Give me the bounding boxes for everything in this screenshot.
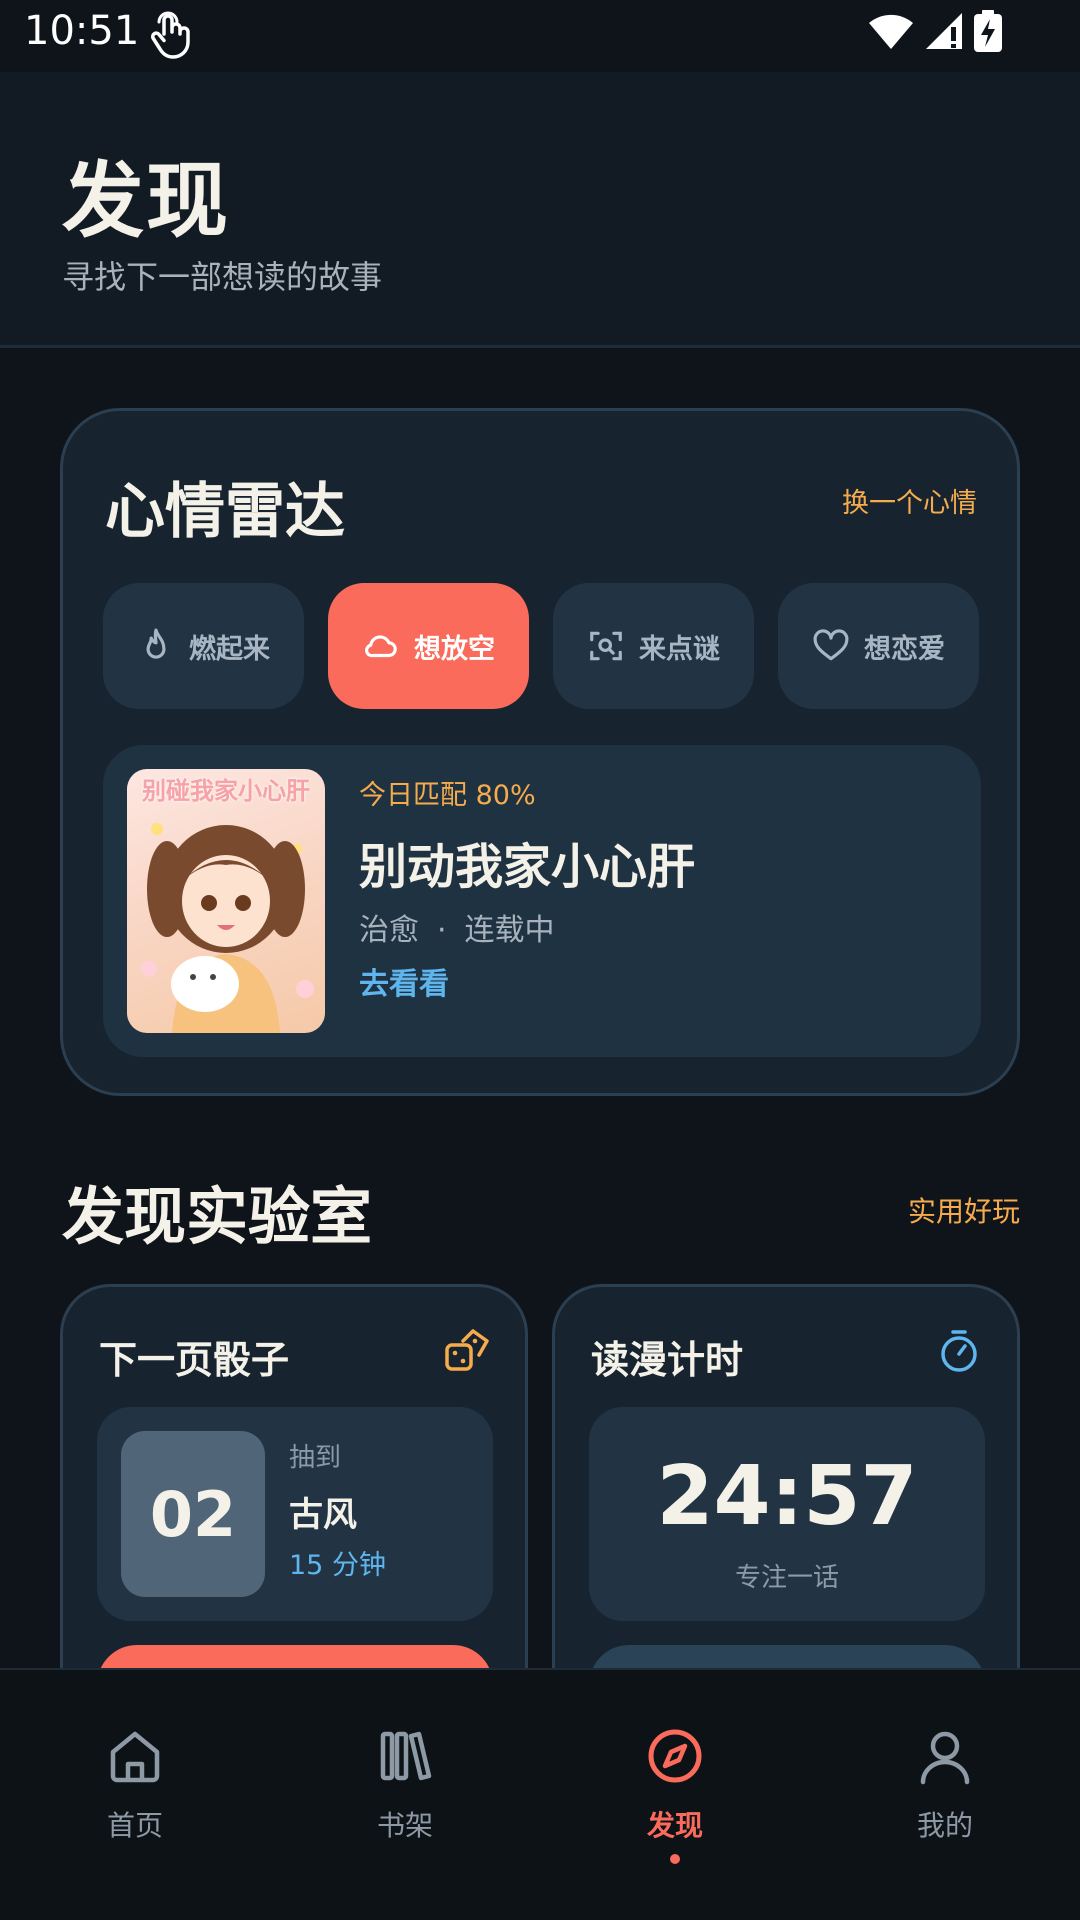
meta-separator: · [437,913,447,948]
wifi-icon [869,14,913,50]
mood-chip-label: 来点谜 [639,633,720,665]
draw-label: 抽到 [289,1443,342,1473]
flame-icon [146,628,166,659]
bookshelf-icon [380,1731,432,1781]
today-match-card[interactable]: 别碰我家小心肝 今日匹配 80% 别动我家小心肝 治愈 · 连载中 去看看 [103,745,981,1057]
mood-chip-label: 想恋爱 [864,633,945,665]
mood-chip-label: 燃起来 [189,633,270,665]
battery-charging-icon [974,10,1002,52]
book-meta: 治愈 · 连载中 [359,905,555,949]
timer-caption: 专注一话 [734,1563,839,1593]
lab-section-title: 发现实验室 [62,1180,373,1253]
book-title: 别动我家小心肝 [359,839,696,895]
timer-card-title: 读漫计时 [591,1338,744,1382]
timer-value: 24:57 [656,1449,918,1544]
nav-item-profile[interactable]: 我的 [810,1670,1080,1920]
nav-item-home[interactable]: 首页 [0,1670,270,1920]
page-subtitle: 寻找下一部想读的故事 [62,258,383,296]
cloud-icon [365,635,397,658]
mood-chip-label: 想放空 [414,633,495,665]
dice-result-panel: 02 抽到 古风 15 分钟 [97,1407,493,1621]
book-genre: 治愈 [359,913,419,948]
compass-icon [648,1729,702,1783]
nav-label-home: 首页 [106,1809,163,1842]
stopwatch-icon [941,1330,977,1372]
heart-icon [813,629,849,661]
dice-icon [445,1329,489,1371]
user-icon [920,1731,970,1785]
match-score-label: 今日匹配 80% [359,780,536,811]
status-time: 10:51 [24,8,140,54]
bottom-nav: 首页 书架 发现 我的 [0,1668,1080,1920]
mood-chip-mystery[interactable]: 来点谜 [553,583,754,709]
dice-card-title: 下一页骰子 [99,1338,290,1382]
draw-genre: 古风 [289,1495,357,1535]
mood-radar-card: 心情雷达 换一个心情 燃起来 想放空 来点谜 想恋爱 别碰我家小心肝 今日匹配 … [60,408,1020,1096]
nav-label-bookshelf: 书架 [376,1809,433,1842]
active-indicator-dot [670,1854,680,1864]
book-cover-image[interactable]: 别碰我家小心肝 [127,769,325,1033]
signal-icon [926,13,962,49]
dice-number: 02 [121,1431,265,1597]
reading-timer-card[interactable]: 读漫计时 24:57 专注一话 [552,1284,1020,1704]
cover-title-text: 别碰我家小心肝 [142,777,310,805]
status-bar: 10:51 [0,0,1080,72]
mood-chip-list: 燃起来 想放空 来点谜 想恋爱 [103,583,979,709]
lab-section-link[interactable]: 实用好玩 [908,1190,1020,1230]
change-mood-button[interactable]: 换一个心情 [842,481,977,520]
draw-duration: 15 分钟 [289,1550,386,1581]
mood-radar-title: 心情雷达 [105,477,345,547]
mood-chip-fired-up[interactable]: 燃起来 [103,583,304,709]
mood-chip-romance[interactable]: 想恋爱 [778,583,979,709]
cover-illustration [141,823,314,1033]
nav-label-profile: 我的 [916,1809,973,1842]
touch-icon [151,11,190,59]
scan-search-icon [590,631,622,661]
dice-card[interactable]: 下一页骰子 02 抽到 古风 15 分钟 [60,1284,528,1704]
nav-item-discover[interactable]: 发现 [540,1670,810,1920]
nav-item-bookshelf[interactable]: 书架 [270,1670,540,1920]
home-icon [110,1731,160,1783]
mood-chip-zone-out[interactable]: 想放空 [328,583,529,709]
book-status: 连载中 [464,913,555,948]
page-title: 发现 [62,154,231,249]
nav-label-discover: 发现 [646,1809,703,1842]
timer-panel: 24:57 专注一话 [589,1407,985,1621]
page-header: 发现 寻找下一部想读的故事 [0,72,1080,348]
go-see-link[interactable]: 去看看 [359,959,449,1003]
